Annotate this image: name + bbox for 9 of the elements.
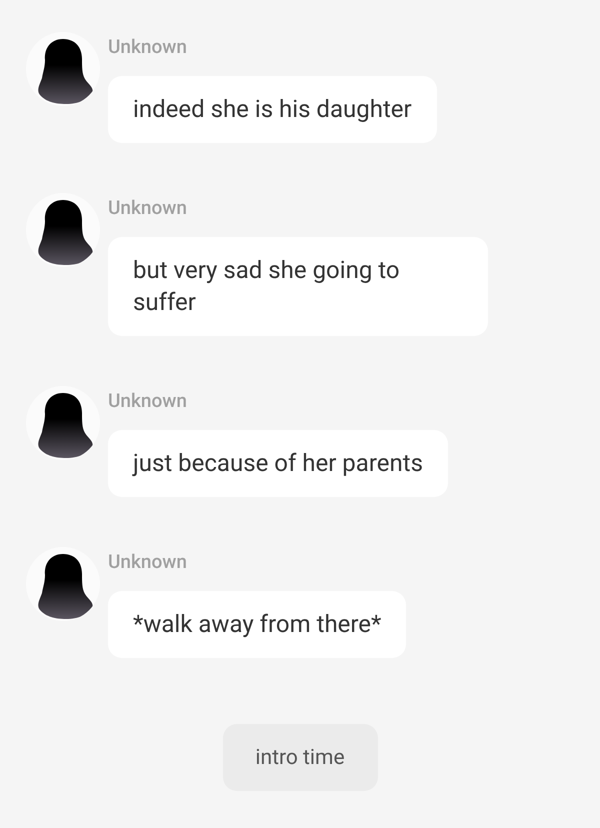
suggestion-button[interactable]: intro time bbox=[222, 724, 378, 791]
message-bubble: just because of her parents bbox=[108, 430, 448, 497]
message-bubble: *walk away from there* bbox=[108, 591, 406, 658]
sender-name: Unknown bbox=[108, 196, 187, 220]
sender-name: Unknown bbox=[108, 550, 187, 574]
message-bubble: indeed she is his daughter bbox=[108, 76, 437, 143]
sender-name: Unknown bbox=[108, 35, 187, 59]
message-bubble: but very sad she going to suffer bbox=[108, 237, 488, 336]
sender-name: Unknown bbox=[108, 389, 187, 413]
